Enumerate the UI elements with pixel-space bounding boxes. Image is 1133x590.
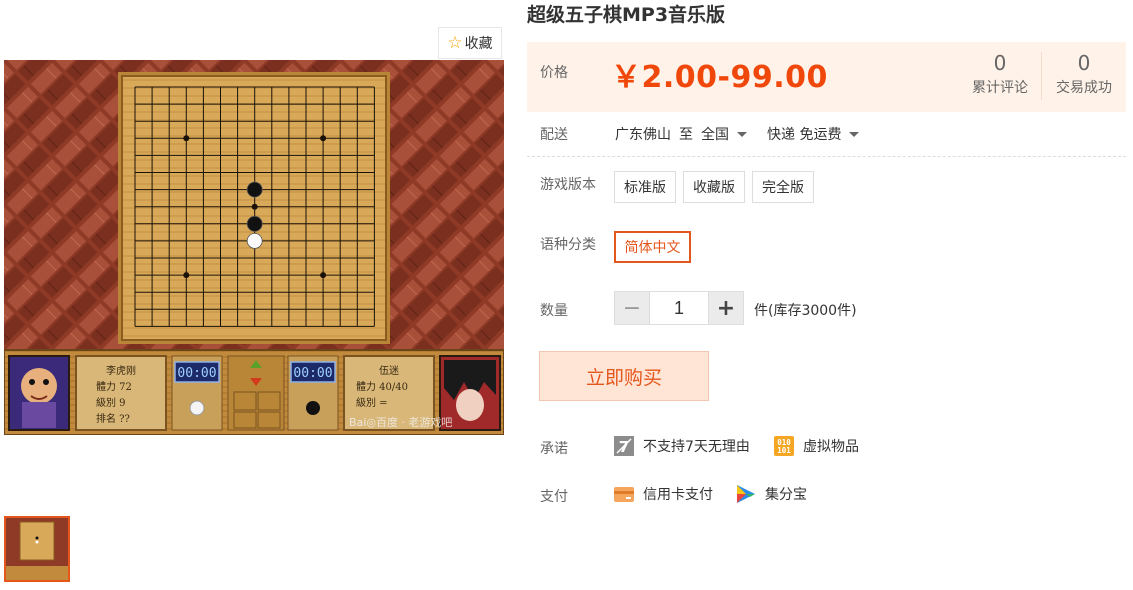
left-timer: 00:00 — [177, 366, 216, 381]
shipping-label: 配送 — [540, 127, 568, 143]
virtual-goods-icon: 010 101 — [774, 436, 794, 456]
language-option-simplified-chinese[interactable]: 简体中文 — [614, 231, 691, 263]
ship-to: 全国 — [701, 127, 729, 143]
payment-label: 支付 — [540, 489, 568, 505]
transaction-count-number: 0 — [1077, 51, 1091, 75]
version-label: 游戏版本 — [540, 177, 596, 193]
price-value: ￥2.00-99.00 — [611, 60, 828, 95]
ship-method-select[interactable]: 快递 免运费 — [767, 124, 860, 144]
quantity-input[interactable] — [649, 292, 709, 324]
left-player-stamina: 體力 72 — [96, 380, 132, 393]
star-point — [183, 272, 190, 279]
quantity-increase-button[interactable]: + — [709, 292, 743, 324]
star-point — [251, 203, 258, 210]
ship-method: 快递 免运费 — [767, 127, 842, 143]
language-label: 语种分类 — [540, 237, 596, 253]
ship-from: 广东佛山 — [615, 127, 671, 143]
promise-no-7day-return: 7 不支持7天无理由 — [614, 436, 750, 456]
buy-now-button[interactable]: 立即购买 — [539, 351, 709, 401]
ship-to-word: 至 — [679, 127, 693, 143]
price-label: 价格 — [540, 65, 568, 81]
product-title: 超级五子棋MP3音乐版 — [527, 4, 726, 26]
left-player-place: 排名 ?? — [96, 412, 130, 425]
chevron-down-icon — [737, 131, 747, 137]
star-point — [320, 135, 327, 142]
version-option-standard[interactable]: 标准版 — [614, 171, 676, 203]
left-player-name: 李虎刚 — [106, 364, 136, 377]
version-option-complete[interactable]: 完全版 — [752, 171, 814, 203]
review-count-caption: 累计评论 — [972, 80, 1028, 96]
right-player-name: 伍迷 — [379, 365, 399, 377]
ship-destination-select[interactable]: 全国 — [701, 124, 747, 144]
stock-text: 件(库存3000件) — [754, 303, 857, 319]
transaction-count-caption: 交易成功 — [1056, 80, 1112, 96]
payment-credit-card: 信用卡支付 — [614, 484, 713, 504]
chevron-down-icon — [849, 131, 860, 137]
quantity-decrease-button[interactable]: − — [615, 292, 649, 324]
payment-text-1: 信用卡支付 — [643, 487, 713, 503]
black-stone — [246, 215, 263, 232]
version-option-collector[interactable]: 收藏版 — [683, 171, 745, 203]
jifenbao-icon — [736, 484, 756, 504]
divider — [527, 156, 1126, 157]
credit-card-icon — [614, 484, 634, 504]
star-icon: ☆ — [447, 32, 463, 53]
white-stone — [246, 232, 263, 249]
main-product-image: 李虎刚 體力 72 級別 9 排名 ?? 00:00 00:00 伍迷 體力 4… — [3, 60, 505, 436]
left-player-rank: 級別 9 — [96, 396, 126, 409]
black-stone — [246, 181, 263, 198]
favorite-label: 收藏 — [464, 36, 493, 52]
promise-text-2: 虚拟物品 — [803, 439, 859, 455]
star-point — [183, 135, 190, 142]
star-point — [320, 272, 327, 279]
promise-label: 承诺 — [540, 441, 568, 457]
no-return-7-icon: 7 — [614, 436, 634, 456]
promise-virtual-goods: 010 101 虚拟物品 — [774, 436, 859, 456]
review-count[interactable]: 0 累计评论 — [958, 50, 1042, 97]
favorite-button[interactable]: ☆ 收藏 — [438, 27, 502, 59]
shipping-row: 广东佛山 至 全国 快递 免运费 — [615, 124, 860, 144]
quantity-label: 数量 — [540, 303, 568, 319]
payment-jifenbao: 集分宝 — [736, 484, 807, 504]
right-timer: 00:00 — [293, 366, 332, 381]
image-watermark: Bai◎百度 · 老游戏吧 — [349, 415, 452, 429]
review-count-number: 0 — [993, 51, 1007, 75]
quantity-stepper: − + — [614, 291, 744, 325]
promise-text-1: 不支持7天无理由 — [643, 439, 750, 455]
right-player-stamina: 體力 40/40 — [356, 380, 408, 393]
payment-text-2: 集分宝 — [765, 487, 807, 503]
thumbnail-1[interactable] — [4, 516, 70, 582]
right-player-rank: 級別 = — [356, 396, 388, 409]
svg-text:101: 101 — [777, 446, 791, 455]
transaction-count[interactable]: 0 交易成功 — [1042, 50, 1126, 97]
